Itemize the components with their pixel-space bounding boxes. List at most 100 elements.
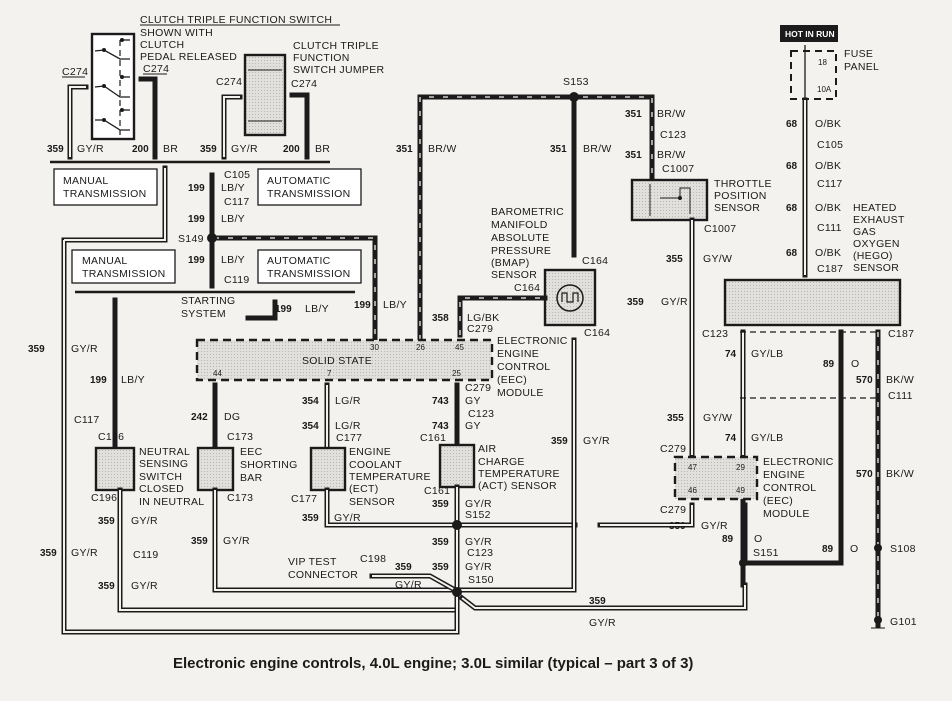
eec-right-label-5: MODULE — [763, 508, 810, 520]
eec-right-label-2: ENGINE — [763, 469, 805, 481]
wire-gyr-label-2: GY/R — [231, 143, 258, 155]
pin-29: 29 — [736, 463, 745, 472]
eec-label-2: ENGINE — [497, 348, 539, 360]
wire-351-c: 351 — [625, 109, 642, 120]
act-label-3: TEMPERATURE — [478, 468, 560, 480]
wire-brw-c: BR/W — [657, 108, 686, 120]
eec-right-label-1: ELECTRONIC — [763, 456, 834, 468]
pin-26: 26 — [416, 343, 425, 352]
connector-c173-top: C173 — [227, 431, 253, 443]
auto-label-1a: AUTOMATIC — [267, 175, 331, 187]
manual-label-1b: TRANSMISSION — [63, 188, 147, 200]
wire-355-b: 355 — [667, 413, 684, 424]
wire-351-d: 351 — [625, 150, 642, 161]
connector-c279-act: C279 — [465, 382, 491, 394]
bmap-label-1: BAROMETRIC — [491, 206, 564, 218]
wire-gyr-ns-b: GY/R — [131, 580, 158, 592]
wire-359-s150: 359 — [432, 562, 449, 573]
wire-gyw-label: GY/W — [703, 253, 732, 265]
wire-gyr-vip: GY/R — [395, 579, 422, 591]
wire-359-c123: 359 — [432, 537, 449, 548]
wire-68-a: 68 — [786, 119, 798, 130]
hego-sensor-body — [723, 278, 902, 327]
wire-lby-a: LB/Y — [221, 182, 245, 194]
wire-o-a: O — [851, 358, 859, 370]
jumper-title-1: CLUTCH TRIPLE — [293, 40, 379, 52]
wire-lgr-a: LG/R — [335, 395, 361, 407]
clutch-note-2: CLUTCH — [140, 39, 184, 51]
clutch-triple-function-switch — [90, 32, 136, 141]
splice-s151: S151 — [753, 547, 779, 559]
fuse-amps: 10A — [817, 85, 832, 94]
wire-743-b: 743 — [432, 421, 449, 432]
auto-label-1b: TRANSMISSION — [267, 188, 351, 200]
connector-c123-act: C123 — [468, 408, 494, 420]
ect-label-4: (ECT) — [349, 483, 379, 495]
tps-label-3: SENSOR — [714, 202, 760, 214]
connector-c117-left: C117 — [74, 414, 100, 426]
connector-c105-hego: C105 — [817, 139, 843, 151]
wire-355-label: 355 — [666, 254, 683, 265]
bmap-label-4: PRESSURE — [491, 245, 551, 257]
hot-in-run-text: HOT IN RUN — [785, 29, 835, 39]
wire-351-a: 351 — [396, 144, 413, 155]
hego-label-3: GAS — [853, 226, 876, 238]
act-sensor — [438, 443, 476, 489]
fuse-number: 18 — [818, 58, 827, 67]
neutral-label-2: SENSING — [139, 458, 188, 470]
splice-s108: S108 — [890, 543, 916, 555]
hego-label-2: EXHAUST — [853, 214, 905, 226]
connector-c123-bottom: C123 — [467, 547, 493, 559]
wire-gyr-bottom: GY/R — [589, 617, 616, 629]
wire-lby-b: LB/Y — [221, 213, 245, 225]
connector-c161-bottom: C161 — [424, 485, 450, 497]
wire-242-label: 242 — [191, 412, 208, 423]
auto-label-2b: TRANSMISSION — [267, 268, 351, 280]
wire-gyw-b: GY/W — [703, 412, 732, 424]
clutch-note-1: SHOWN WITH — [140, 27, 213, 39]
neutral-label-5: IN NEUTRAL — [139, 496, 204, 508]
connector-c279-right-top: C279 — [660, 443, 686, 455]
wire-359-bottom: 359 — [589, 596, 606, 607]
wire-o-b: O — [754, 533, 762, 545]
wire-brw-b: BR/W — [583, 143, 612, 155]
wire-gyr-left-b: GY/R — [71, 547, 98, 559]
ect-label-3: TEMPERATURE — [349, 471, 431, 483]
bmap-label-6: SENSOR — [491, 269, 537, 281]
wire-200-label-2: 200 — [283, 144, 300, 155]
wire-199-c: 199 — [188, 255, 205, 266]
wire-lby-f: LB/Y — [121, 374, 145, 386]
wire-lby-c: LB/Y — [221, 254, 245, 266]
shorting-label-1: EEC — [240, 446, 263, 458]
wire-gylb-b: GY/LB — [751, 432, 783, 444]
connector-c196-top: C196 — [98, 431, 124, 443]
act-label-1: AIR — [478, 443, 497, 455]
eec-label-1: ELECTRONIC — [497, 335, 568, 347]
wire-brw-d: BR/W — [657, 149, 686, 161]
ect-label-2: COOLANT — [349, 459, 402, 471]
clutch-note-3: PEDAL RELEASED — [140, 51, 237, 63]
wire-359-act: 359 — [432, 499, 449, 510]
connector-c187-hego: C187 — [817, 263, 843, 275]
shorting-label-3: BAR — [240, 472, 263, 484]
wire-199-d: 199 — [275, 304, 292, 315]
wire-354-a: 354 — [302, 396, 319, 407]
wire-gylb-a: GY/LB — [751, 348, 783, 360]
wire-89-c: 89 — [822, 544, 834, 555]
pin-44: 44 — [213, 369, 222, 378]
neutral-label-4: CLOSED — [139, 483, 184, 495]
auto-label-2a: AUTOMATIC — [267, 255, 331, 267]
wire-gyr-bmap: GY/R — [583, 435, 610, 447]
wire-89-a: 89 — [823, 359, 835, 370]
wire-br-label: BR — [163, 143, 178, 155]
connector-c105: C105 — [224, 169, 250, 181]
wire-199-f: 199 — [90, 375, 107, 386]
hego-label-5: (HEGO) — [853, 250, 893, 262]
splice-s150: S150 — [468, 574, 494, 586]
bmap-label-3: ABSOLUTE — [491, 232, 549, 244]
wire-359-vip: 359 — [395, 562, 412, 573]
wire-359-tps: 359 — [627, 297, 644, 308]
wire-gyr-sb: GY/R — [223, 535, 250, 547]
starting-system-1: STARTING — [181, 295, 236, 307]
hego-label-1: HEATED — [853, 202, 897, 214]
